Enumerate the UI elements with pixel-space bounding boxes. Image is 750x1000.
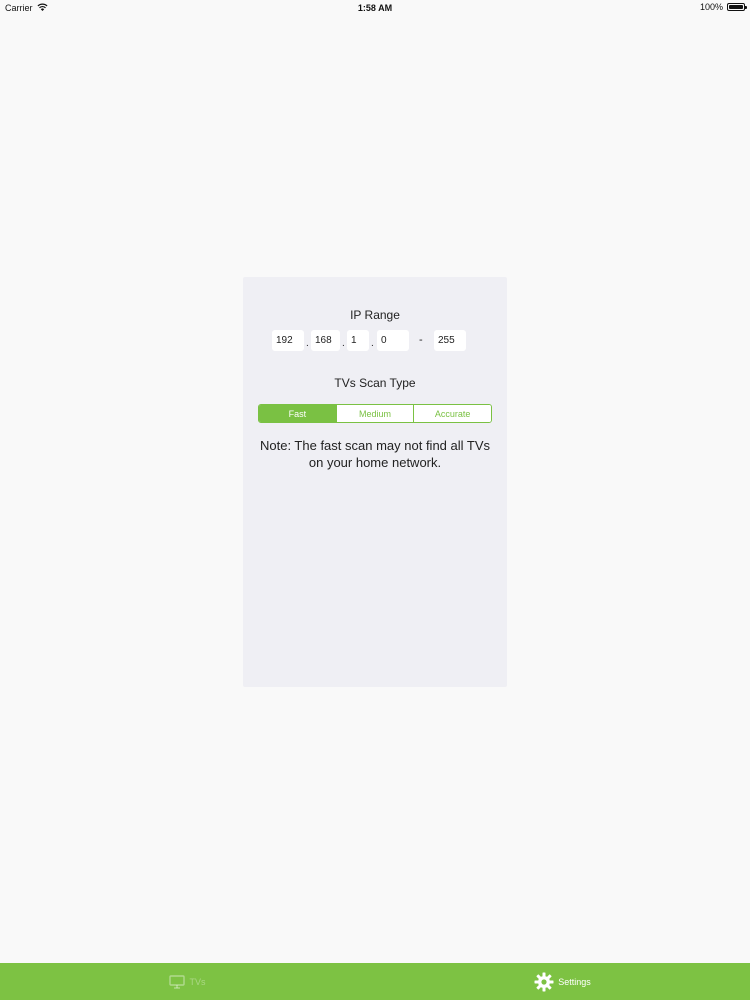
tab-bar: TVs Settings bbox=[0, 963, 750, 1000]
ip-octet-4-input[interactable] bbox=[377, 330, 409, 351]
ip-dot-1: . bbox=[306, 338, 309, 349]
battery-percent: 100% bbox=[699, 2, 723, 12]
scan-type-accurate-button[interactable]: Accurate bbox=[414, 405, 491, 422]
tv-icon bbox=[169, 974, 186, 989]
ip-dot-2: . bbox=[342, 338, 345, 349]
ip-octet-3-input[interactable] bbox=[347, 330, 369, 351]
tab-settings[interactable]: Settings bbox=[375, 963, 750, 1000]
scan-type-segmented-control: Fast Medium Accurate bbox=[258, 404, 492, 423]
ip-range-dash: - bbox=[419, 334, 423, 346]
ip-range-title: IP Range bbox=[350, 308, 400, 322]
scan-note: Note: The fast scan may not find all TVs… bbox=[259, 438, 491, 470]
tab-tvs[interactable]: TVs bbox=[0, 963, 375, 1000]
ip-range-end-input[interactable] bbox=[434, 330, 466, 351]
settings-panel: IP Range . . . - TVs Scan Type Fast Medi… bbox=[243, 277, 507, 687]
scan-type-title: TVs Scan Type bbox=[334, 376, 416, 390]
ip-dot-3: . bbox=[371, 338, 374, 349]
status-bar: Carrier 1:58 AM 100% bbox=[0, 0, 750, 16]
ip-range-row: . . . - bbox=[243, 330, 507, 351]
ip-octet-1-input[interactable] bbox=[272, 330, 304, 351]
gear-icon bbox=[534, 972, 554, 992]
status-bar-right: 100% bbox=[699, 2, 747, 12]
tab-settings-label: Settings bbox=[558, 976, 591, 987]
tab-tvs-label: TVs bbox=[189, 976, 206, 987]
status-time: 1:58 AM bbox=[357, 3, 393, 13]
scan-type-fast-button[interactable]: Fast bbox=[259, 405, 337, 422]
ip-octet-2-input[interactable] bbox=[311, 330, 340, 351]
screen: Carrier 1:58 AM 100% IP Range . . . bbox=[0, 0, 750, 1000]
scan-type-medium-button[interactable]: Medium bbox=[336, 405, 415, 422]
battery-icon bbox=[727, 3, 747, 11]
